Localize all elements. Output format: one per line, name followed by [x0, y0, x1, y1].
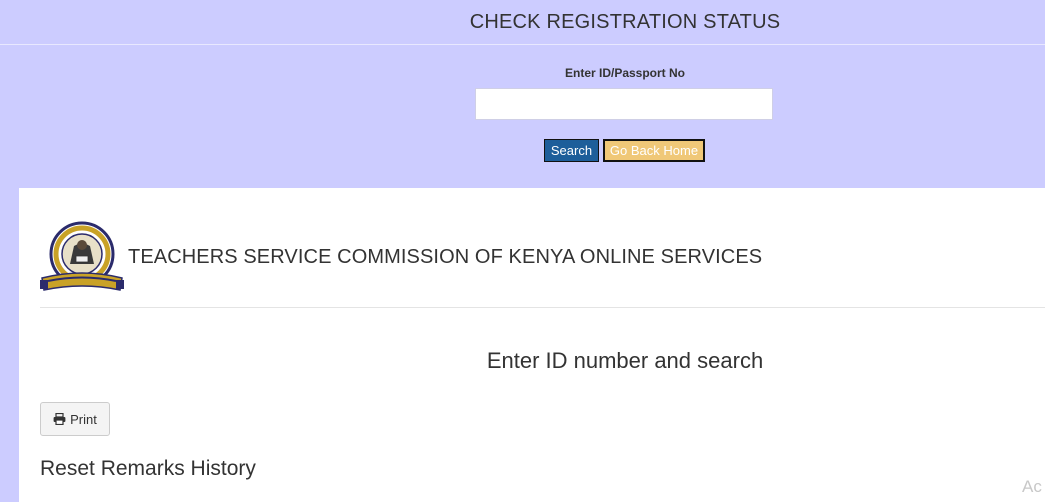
tsc-logo-icon — [40, 221, 124, 291]
search-button[interactable]: Search — [544, 139, 599, 162]
go-back-home-button[interactable]: Go Back Home — [603, 139, 705, 162]
content-panel: TEACHERS SERVICE COMMISSION OF KENYA ONL… — [19, 188, 1045, 502]
page-title: CHECK REGISTRATION STATUS — [469, 11, 781, 33]
enter-id-message: Enter ID number and search — [486, 348, 764, 373]
id-passport-input[interactable] — [475, 88, 773, 120]
activation-watermark: Ac — [1022, 477, 1042, 496]
print-button[interactable]: Print — [40, 402, 110, 436]
page-header: CHECK REGISTRATION STATUS — [0, 0, 1045, 45]
reset-remarks-heading: Reset Remarks History — [40, 457, 256, 480]
organization-name: TEACHERS SERVICE COMMISSION OF KENYA ONL… — [128, 246, 763, 268]
printer-icon — [53, 413, 66, 425]
id-field-label: Enter ID/Passport No — [564, 66, 686, 80]
print-button-label: Print — [70, 411, 97, 427]
divider — [40, 307, 1045, 308]
